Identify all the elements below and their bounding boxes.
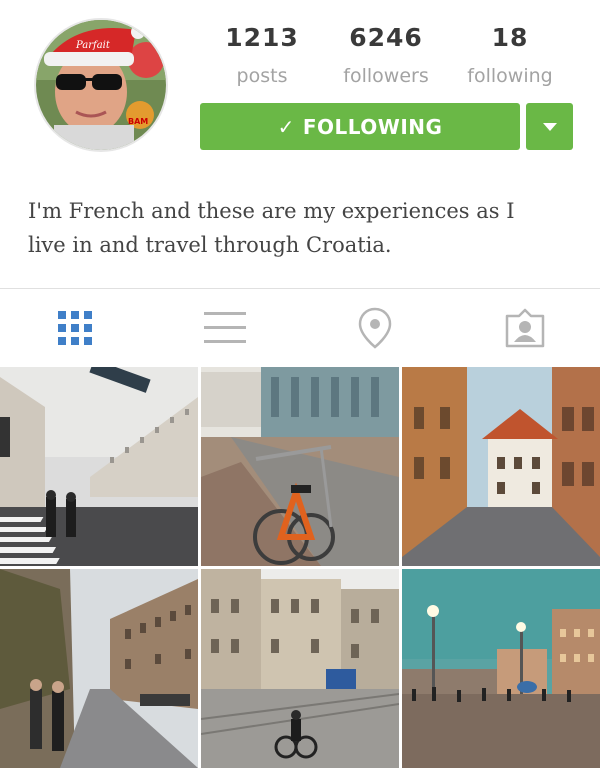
tab-list[interactable] <box>150 289 300 367</box>
bio-line-2: live in and travel through Croatia. <box>28 233 392 257</box>
bio-line-1: I'm French and these are my experiences … <box>28 199 515 223</box>
profile-tabs <box>0 289 600 367</box>
avatar-hat-text: Parfait <box>75 40 111 51</box>
followers-count: 6246 <box>349 23 423 52</box>
check-icon: ✓ <box>277 114 295 139</box>
photo-crosswalk-street[interactable] <box>0 367 198 566</box>
caret-down-icon <box>542 122 557 131</box>
avatar[interactable]: Parfait BAM <box>34 18 168 152</box>
tagged-person-icon <box>505 308 545 348</box>
location-pin-icon <box>358 307 392 349</box>
photo-orange-buildings-street[interactable] <box>402 367 600 566</box>
tab-tagged[interactable] <box>450 289 600 367</box>
photo-grid <box>0 367 600 772</box>
options-dropdown-button[interactable] <box>526 103 573 150</box>
following-count: 18 <box>491 23 529 52</box>
following-label: following <box>467 65 553 87</box>
following-button[interactable]: ✓ FOLLOWING <box>200 103 520 150</box>
posts-label: posts <box>236 65 288 87</box>
grid-icon <box>58 311 92 345</box>
tab-location[interactable] <box>300 289 450 367</box>
posts-count: 1213 <box>225 23 299 52</box>
profile-header: Parfait BAM 1213 posts 6246 followers 18… <box>0 0 600 288</box>
photo-street-with-people[interactable] <box>0 569 198 768</box>
avatar-sticker-text: BAM <box>128 117 148 126</box>
followers-label: followers <box>343 65 429 87</box>
following-stat[interactable]: 18 following <box>440 20 580 96</box>
bio: I'm French and these are my experiences … <box>28 194 578 262</box>
followers-stat[interactable]: 6246 followers <box>316 20 456 96</box>
photo-orange-bicycle[interactable] <box>201 367 399 566</box>
photo-cyclist-tram-square[interactable] <box>201 569 399 768</box>
photo-evening-square[interactable] <box>402 569 600 768</box>
posts-stat: 1213 posts <box>192 20 332 96</box>
following-button-label: FOLLOWING <box>302 114 443 139</box>
tab-grid[interactable] <box>0 289 150 367</box>
list-icon <box>204 312 246 343</box>
